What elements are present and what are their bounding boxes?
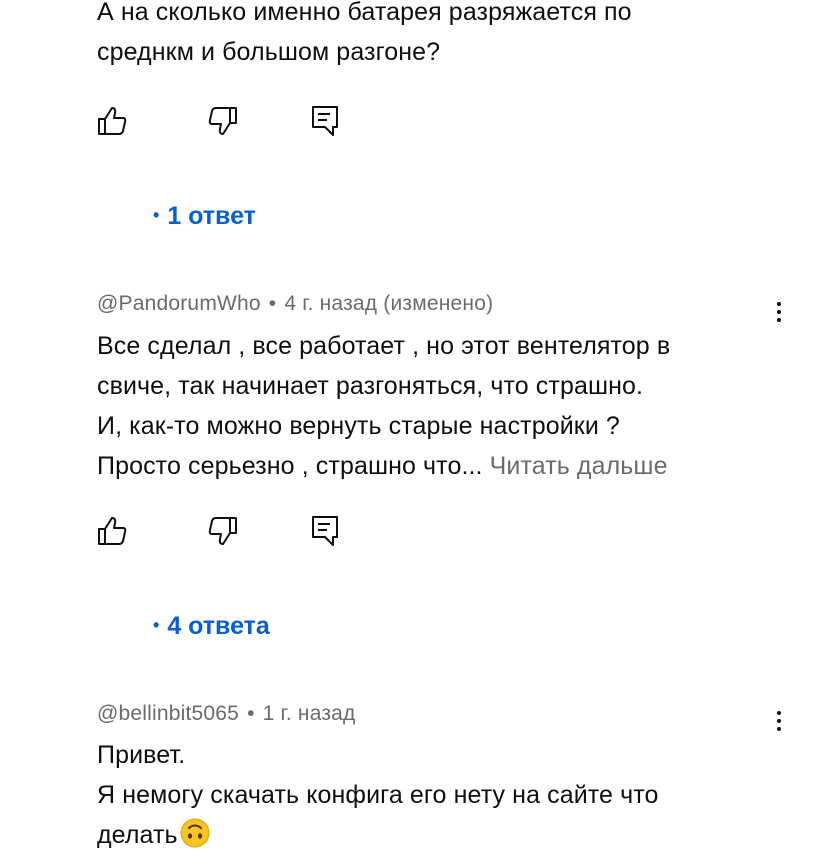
bullet-icon: • bbox=[153, 205, 160, 225]
like-button-2[interactable] bbox=[95, 514, 129, 548]
like-button-1[interactable] bbox=[95, 104, 129, 138]
comment-1-text: А на сколько именно батарея разряжается … bbox=[97, 0, 787, 72]
replies-count-label: 4 ответа bbox=[167, 612, 270, 640]
comment-3-author[interactable]: @bellinbit5065 bbox=[97, 702, 239, 725]
comment-3-line-1: Привет. bbox=[97, 741, 186, 769]
reply-comment-icon bbox=[312, 106, 338, 136]
view-replies-button-2[interactable]: • 4 ответа bbox=[153, 612, 270, 641]
dislike-button-2[interactable] bbox=[206, 514, 240, 548]
comment-3-line-2: Я немогу скачать конфига его нету на сай… bbox=[97, 781, 659, 809]
thumbs-down-icon bbox=[208, 517, 237, 545]
comment-2-meta: @PandorumWho • 4 г. назад (изменено) bbox=[97, 292, 493, 316]
comment-2-text: Все сделал , все работает , но этот вент… bbox=[97, 326, 787, 486]
upside-down-face-emoji bbox=[180, 818, 210, 848]
read-more-link[interactable]: Читать дальше bbox=[490, 452, 668, 480]
dislike-button-1[interactable] bbox=[206, 104, 240, 138]
comment-3-line-3: делать bbox=[97, 821, 178, 849]
thumbs-up-icon bbox=[98, 107, 127, 135]
thumbs-up-icon bbox=[98, 517, 127, 545]
comment-2-line-1: Все сделал , все работает , но этот вент… bbox=[97, 332, 671, 360]
separator-dot: • bbox=[247, 702, 255, 725]
comment-3-text: Привет. Я немогу скачать конфига его нет… bbox=[97, 735, 787, 855]
comment-3-more-button[interactable] bbox=[764, 706, 794, 736]
comment-2-time: 4 г. назад (изменено) bbox=[284, 292, 494, 315]
comment-2-author[interactable]: @PandorumWho bbox=[97, 292, 261, 315]
more-vertical-icon bbox=[777, 711, 781, 715]
replies-count-label: 1 ответ bbox=[167, 202, 256, 230]
view-replies-button-1[interactable]: • 1 ответ bbox=[153, 202, 256, 231]
comment-2-line-3: И, как-то можно вернуть старые настройки… bbox=[97, 412, 620, 440]
comment-2-line-2: свиче, так начинает разгоняться, что стр… bbox=[97, 372, 644, 400]
bullet-icon: • bbox=[153, 615, 160, 635]
comment-3-meta: @bellinbit5065 • 1 г. назад bbox=[97, 702, 356, 726]
reply-comment-icon bbox=[312, 516, 338, 546]
more-vertical-icon bbox=[777, 302, 781, 306]
comment-3-time: 1 г. назад bbox=[262, 702, 356, 725]
thumbs-down-icon bbox=[208, 107, 237, 135]
comment-2-more-button[interactable] bbox=[764, 297, 794, 327]
comment-1-line-1: А на сколько именно батарея разряжается … bbox=[97, 0, 632, 26]
reply-button-2[interactable] bbox=[308, 514, 342, 548]
comment-1-line-2: среднкм и большом разгоне? bbox=[97, 38, 441, 66]
separator-dot: • bbox=[268, 292, 277, 315]
reply-button-1[interactable] bbox=[308, 104, 342, 138]
comment-2-line-4: Просто серьезно , страшно что... bbox=[97, 452, 483, 480]
